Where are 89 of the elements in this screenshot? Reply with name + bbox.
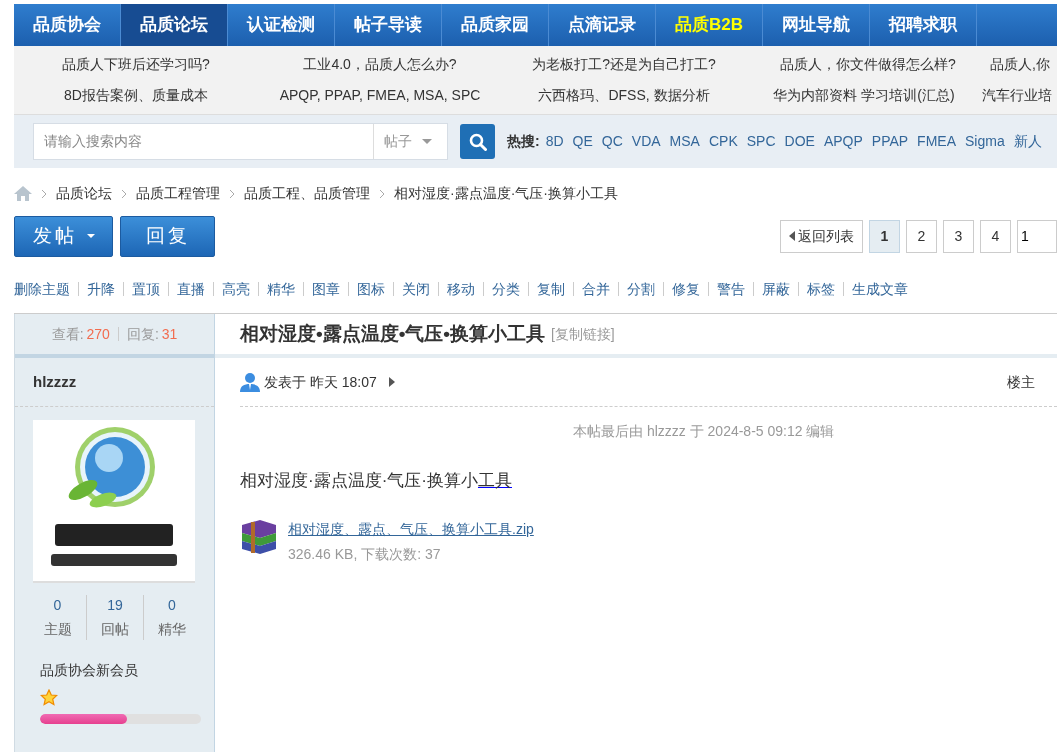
member-rank: 品质协会新会员 [40,661,139,680]
reply-button[interactable]: 回复 [120,215,215,257]
hot-search-link[interactable]: CPK [708,131,738,152]
moderation-link[interactable]: 警告 [708,282,753,296]
author-link[interactable]: hlzzzz [33,370,77,394]
floor-label: 楼主 [1007,372,1035,392]
page-input[interactable]: 1 [1017,219,1057,253]
replies-label: 回复: [126,324,159,344]
chevron-icon [121,188,127,199]
post-body-text: 相对湿度·露点温度·气压·换算小工具 [240,470,513,492]
moderation-link[interactable]: 图标 [348,282,393,296]
page-link[interactable]: 1 [869,219,900,253]
quick-link[interactable]: 品质人下班后还学习吗? [14,54,258,75]
hot-search-link[interactable]: APQP [823,131,863,152]
breadcrumb-link[interactable]: 品质工程管理 [136,182,220,204]
chevron-icon [379,188,385,199]
body-link[interactable]: 工具 [478,471,512,490]
quick-link[interactable]: 工业4.0，品质人怎么办? [258,54,502,75]
search-button[interactable] [460,124,495,159]
stat-label: 主题 [43,620,72,639]
search-icon [468,132,487,151]
moderation-link[interactable]: 复制 [528,282,573,296]
moderation-link[interactable]: 屏蔽 [753,282,798,296]
quick-link[interactable]: 品质人,你 [990,54,1050,75]
hot-search-link[interactable]: MSA [669,131,700,152]
moderation-link[interactable]: 合并 [573,282,618,296]
rank-star-icon [40,689,58,706]
chevron-icon [229,188,235,199]
stat-label: 回帖 [101,620,129,639]
hot-search-link[interactable]: QE [572,131,593,152]
user-icon [240,372,260,392]
quick-link[interactable]: 品质人，你文件做得怎么样? [746,54,990,75]
moderation-link[interactable]: 升降 [78,282,123,296]
page-link[interactable]: 4 [980,219,1011,253]
moderation-link[interactable]: 图章 [303,282,348,296]
hot-search-link[interactable]: QC [601,131,623,152]
right-triangle-icon[interactable] [388,377,395,387]
views-label: 查看: [51,324,84,344]
stat-count[interactable]: 19 [107,595,123,616]
attachment-info: 326.46 KB, 下载次数: 37 [288,544,442,564]
breadcrumb-link[interactable]: 品质论坛 [56,182,112,204]
post-date: 发表于 昨天 18:07 [264,372,377,392]
nav-tab[interactable]: 品质论坛 [121,4,228,46]
moderation-link[interactable]: 修复 [663,282,708,296]
hot-search-link[interactable]: 8D [545,131,564,152]
moderation-link[interactable]: 关闭 [393,282,438,296]
chevron-icon [41,188,47,199]
new-post-button[interactable]: 发帖 [14,215,113,257]
hot-search-link[interactable]: PPAP [871,131,909,152]
quick-link[interactable]: 六西格玛、DFSS, 数据分析 [502,85,746,106]
attachment-link[interactable]: 相对湿度、露点、气压、换算小工具.zip [288,520,534,537]
moderation-link[interactable]: 删除主题 [14,282,78,296]
caret-icon [422,139,432,144]
hot-search-link[interactable]: Sigma [965,131,1005,152]
post-title: 相对湿度•露点温度•气压•换算小工具 [240,321,545,346]
stat-label: 精华 [158,620,186,639]
moderation-link[interactable]: 直播 [168,282,213,296]
breadcrumb-link[interactable]: 相对湿度·露点温度·气压·换算小工具 [394,182,618,204]
moderation-link[interactable]: 高亮 [213,282,258,296]
edit-note: 本帖最后由 hlzzzz 于 2024-8-5 09:12 编辑 [573,422,836,441]
quick-link[interactable]: 汽车行业培 [982,85,1052,106]
page-link[interactable]: 3 [943,219,974,253]
moderation-link[interactable]: 置顶 [123,282,168,296]
quick-link[interactable]: 华为内部资料 学习培训(汇总) [746,85,982,106]
quick-link[interactable]: 8D报告案例、质量成本 [14,85,258,106]
hot-search-link[interactable]: DOE [784,131,815,152]
left-triangle-icon [789,231,795,241]
views-count: 270 [86,324,110,344]
breadcrumb-link[interactable]: 品质工程、品质管理 [244,182,370,204]
archive-icon [240,518,278,555]
stat-count[interactable]: 0 [168,595,176,616]
moderation-link[interactable]: 分类 [483,282,528,296]
moderation-link[interactable]: 移动 [438,282,483,296]
quick-link[interactable]: 为老板打工?还是为自己打工? [502,54,746,75]
page-link[interactable]: 2 [906,219,937,253]
back-to-list-link[interactable]: 返回列表 [780,219,863,253]
moderation-link[interactable]: 标签 [798,282,843,296]
caret-icon [86,234,95,238]
hot-search-link[interactable]: SPC [746,131,776,152]
stat-count[interactable]: 0 [53,595,62,616]
hot-search-link[interactable]: VDA [631,131,661,152]
hot-search-link[interactable]: 新人 [1013,131,1042,152]
quick-link[interactable]: APQP, PPAP, FMEA, MSA, SPC [258,85,502,106]
moderation-link[interactable]: 精华 [258,282,303,296]
replies-count: 31 [161,324,178,344]
moderation-link[interactable]: 分割 [618,282,663,296]
hot-search-label: 热搜: [507,132,540,151]
moderation-link[interactable]: 生成文章 [843,282,916,296]
hot-search-link[interactable]: FMEA [917,131,956,152]
